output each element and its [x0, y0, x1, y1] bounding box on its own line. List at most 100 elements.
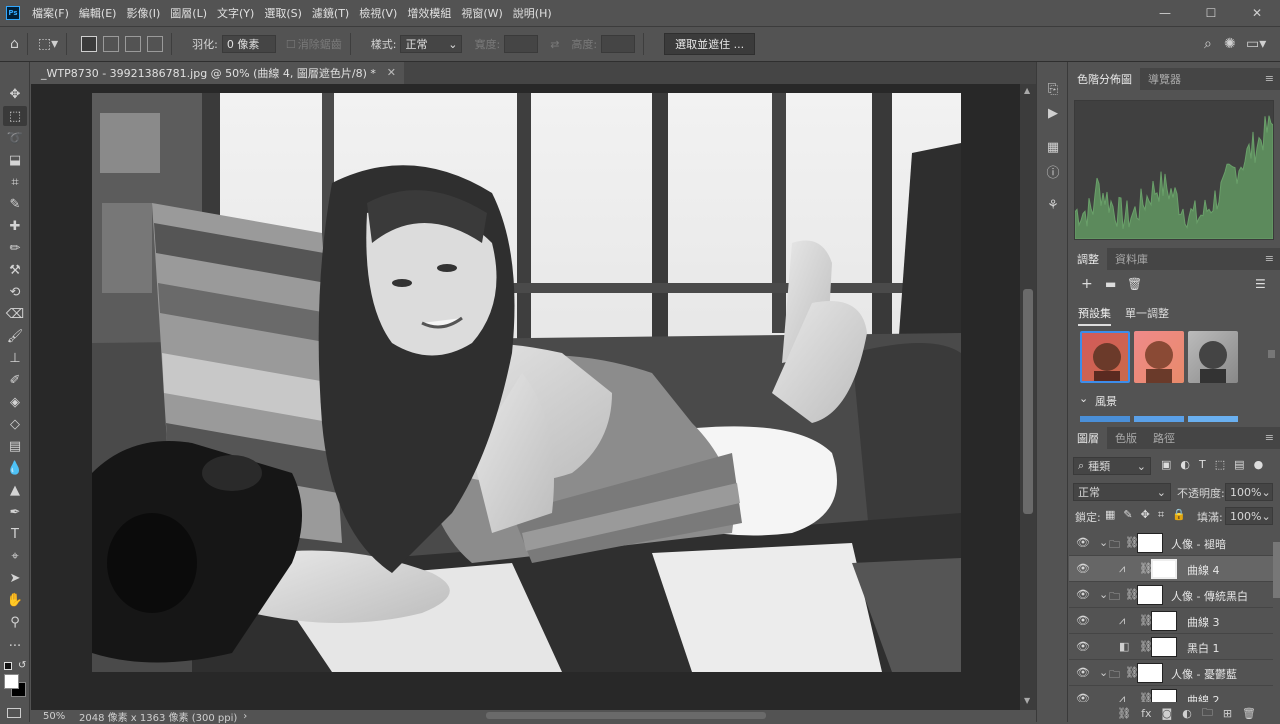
add-mask-icon[interactable]: ◙ — [1162, 707, 1173, 720]
layer-mask-thumb[interactable] — [1151, 689, 1177, 702]
menu-image[interactable]: 影像(I) — [126, 5, 160, 21]
stamp-icon[interactable]: ⊥ — [3, 348, 27, 368]
add-selection-icon[interactable] — [103, 36, 120, 52]
pixel-filter-icon[interactable]: ▣ — [1161, 458, 1171, 471]
visibility-eye-icon[interactable]: 👁 — [1076, 692, 1090, 702]
visibility-eye-icon[interactable]: 👁 — [1076, 588, 1090, 601]
direct-selection-tool-icon[interactable]: ➤ — [3, 568, 27, 588]
chevron-down-icon[interactable]: ⌄ — [1099, 666, 1108, 679]
lock-position-icon[interactable]: ✥ — [1141, 508, 1150, 522]
visibility-eye-icon[interactable]: 👁 — [1076, 536, 1090, 549]
preset-thumb-bw[interactable] — [1188, 331, 1238, 383]
add-icon[interactable]: + — [1081, 276, 1093, 292]
foreground-color-swatch[interactable] — [4, 674, 19, 689]
tab-navigator[interactable]: 導覽器 — [1140, 68, 1189, 90]
smart-object-filter-icon[interactable]: ▤ — [1234, 458, 1244, 471]
pen-tool-icon[interactable]: ✒ — [3, 502, 27, 522]
subtab-single-adjustments[interactable]: 單一調整 — [1125, 305, 1169, 321]
feather-input[interactable]: 0 像素 — [221, 35, 276, 53]
menu-file[interactable]: 檔案(F) — [32, 5, 69, 21]
layer-name[interactable]: 人像 - 褪暗 — [1171, 536, 1226, 552]
document-tab[interactable]: _WTP8730 - 39921386781.jpg @ 50% (曲線 4, … — [31, 62, 404, 84]
home-icon[interactable]: ⌂ — [10, 36, 19, 52]
object-selection-tool-icon[interactable]: ⬓ — [3, 150, 27, 170]
zoom-tool-icon[interactable]: ⚲ — [3, 612, 27, 632]
layer-row[interactable]: 👁 ⩘ ⛓ 曲線 3 — [1069, 608, 1273, 634]
document-image[interactable] — [92, 93, 961, 672]
search-icon[interactable]: ⌕ — [1204, 36, 1212, 52]
tab-layers[interactable]: 圖層 — [1069, 427, 1107, 449]
menu-view[interactable]: 檢視(V) — [359, 5, 397, 21]
visibility-eye-icon[interactable]: 👁 — [1076, 562, 1090, 575]
close-button[interactable]: ✕ — [1234, 0, 1280, 26]
select-and-mask-button[interactable]: 選取並遮住 ... — [664, 33, 756, 55]
vertical-scroll-thumb[interactable] — [1023, 289, 1033, 514]
hand-tool-icon[interactable]: ✋ — [3, 590, 27, 610]
layer-mask-thumb[interactable] — [1151, 559, 1177, 579]
horizontal-scroll-thumb[interactable] — [486, 712, 766, 719]
layer-name[interactable]: 曲線 4 — [1187, 562, 1220, 578]
close-tab-icon[interactable]: ✕ — [387, 66, 396, 79]
workspace-icon[interactable]: ▭▾ — [1246, 36, 1266, 52]
brush-icon[interactable]: 🖌 — [3, 326, 27, 346]
maximize-button[interactable]: ☐ — [1188, 0, 1234, 26]
document-info[interactable]: 2048 像素 x 1363 像素 (300 ppi) — [79, 709, 237, 724]
menu-layer[interactable]: 圖層(L) — [170, 5, 207, 21]
pencil-icon[interactable]: ✐ — [3, 370, 27, 390]
layer-mask-thumb[interactable] — [1137, 585, 1163, 605]
scroll-up-icon[interactable]: ▲ — [1024, 86, 1030, 95]
clone-stamp-tool-icon[interactable]: ⚒ — [3, 260, 27, 280]
layer-mask-thumb[interactable] — [1137, 663, 1163, 683]
lock-all-icon[interactable]: 🔒 — [1172, 508, 1186, 522]
layer-row[interactable]: 👁 ⌄ 🗀 ⛓ 人像 - 傳統黑白 — [1069, 582, 1273, 608]
crop-tool-icon[interactable]: ⌗ — [3, 172, 27, 192]
presets-scroll-thumb[interactable] — [1268, 350, 1275, 358]
layers-scroll-thumb[interactable] — [1273, 542, 1280, 598]
layer-mask-thumb[interactable] — [1151, 611, 1177, 631]
delete-layer-icon[interactable]: 🗑 — [1242, 707, 1256, 720]
actions-play-icon[interactable]: ▶ — [1044, 104, 1062, 122]
eraser-tool-icon[interactable]: ⌫ — [3, 304, 27, 324]
tab-histogram[interactable]: 色階分佈圖 — [1069, 68, 1140, 90]
adjustment-filter-icon[interactable]: ◐ — [1180, 458, 1190, 471]
swap-icon[interactable]: ⇄ — [550, 38, 559, 51]
new-adjustment-icon[interactable]: ◐ — [1182, 707, 1192, 720]
layer-row[interactable]: 👁 ◧ ⛓ 黑白 1 — [1069, 634, 1273, 660]
vertical-scrollbar[interactable]: ▲ ▼ — [1020, 84, 1036, 710]
blend-mode-select[interactable]: 正常 ⌄ — [1073, 483, 1171, 501]
layer-row[interactable]: 👁 ⩘ ⛓ 曲線 2 — [1069, 686, 1273, 702]
subtab-presets[interactable]: 預設集 — [1078, 305, 1111, 326]
folder-icon[interactable]: ▬ — [1105, 277, 1116, 291]
menu-plugins[interactable]: 增效模組 — [407, 5, 451, 21]
tab-adjustments[interactable]: 調整 — [1069, 248, 1107, 270]
rectangular-marquee-tool-icon[interactable]: ⬚ — [3, 106, 27, 126]
height-input[interactable] — [601, 35, 636, 53]
panel-menu-icon[interactable]: ≡ — [1265, 72, 1274, 85]
clone-source-icon[interactable]: ⚘ — [1044, 196, 1062, 214]
layer-name[interactable]: 曲線 2 — [1187, 692, 1220, 702]
list-view-icon[interactable]: ☰ — [1255, 277, 1266, 291]
menu-filter[interactable]: 濾鏡(T) — [312, 5, 349, 21]
new-group-icon[interactable]: 🗀 — [1202, 704, 1213, 723]
section-landscape[interactable]: 風景 — [1095, 393, 1117, 409]
layer-row[interactable]: 👁 ⌄ 🗀 ⛓ 人像 - 憂鬱藍 — [1069, 660, 1273, 686]
intersect-selection-icon[interactable] — [147, 36, 164, 52]
blur-tool-icon[interactable]: 💧 — [3, 458, 27, 478]
menu-edit[interactable]: 編輯(E) — [79, 5, 117, 21]
gradient-tool-icon[interactable]: ▤ — [3, 436, 27, 456]
tab-channels[interactable]: 色版 — [1107, 427, 1145, 449]
brush-tool-icon[interactable]: ✏ — [3, 238, 27, 258]
fill-input[interactable]: 100% ⌄ — [1225, 507, 1273, 525]
visibility-eye-icon[interactable]: 👁 — [1076, 666, 1090, 679]
tab-paths[interactable]: 路徑 — [1145, 427, 1183, 449]
layer-mask-thumb[interactable] — [1151, 637, 1177, 657]
type-filter-icon[interactable]: T — [1199, 458, 1206, 471]
path-selection-tool-icon[interactable]: ⌖ — [3, 546, 27, 566]
paint-bucket-icon[interactable]: ◈ — [3, 392, 27, 412]
history-icon[interactable]: ⎘ — [1044, 80, 1062, 98]
fx-icon[interactable]: fx — [1141, 707, 1151, 720]
filter-toggle-icon[interactable]: ● — [1254, 458, 1264, 471]
quick-mask-icon[interactable] — [7, 708, 21, 718]
tab-libraries[interactable]: 資料庫 — [1107, 248, 1156, 270]
layer-name[interactable]: 曲線 3 — [1187, 614, 1220, 630]
